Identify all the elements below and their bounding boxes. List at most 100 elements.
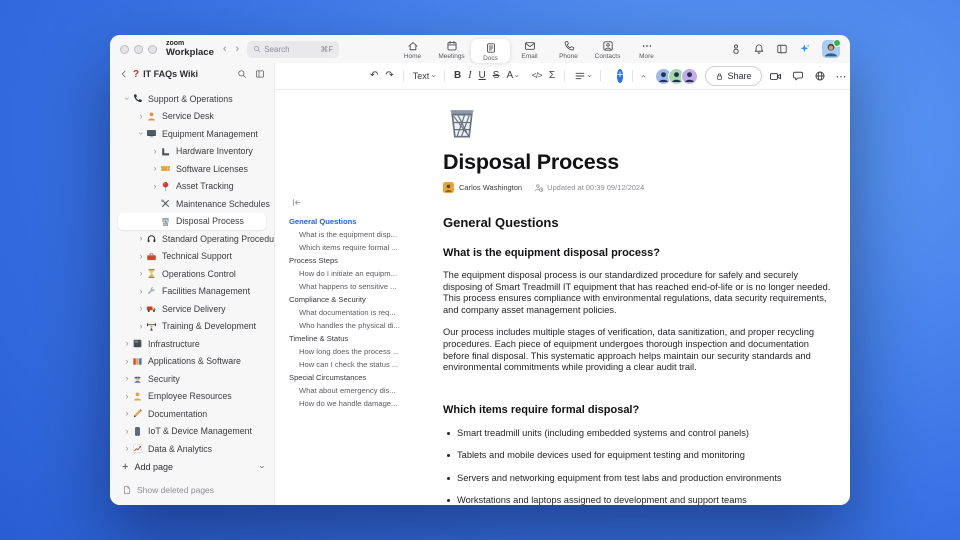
back-arrow-icon[interactable] (119, 69, 129, 79)
outline-item[interactable]: What is the equipment disp... (289, 228, 427, 241)
minimize-window-button[interactable] (134, 44, 143, 54)
sidebar-search-icon[interactable] (237, 69, 247, 79)
expander-right-icon[interactable]: › (136, 321, 146, 331)
close-window-button[interactable] (120, 44, 129, 54)
expander-right-icon[interactable]: › (150, 181, 160, 191)
collapse-outline-icon[interactable] (291, 197, 302, 208)
share-button[interactable]: Share (704, 66, 762, 86)
user-avatar[interactable] (822, 39, 841, 58)
formula-button[interactable]: Σ (549, 71, 555, 81)
outline-item[interactable]: How can I check the status ... (289, 358, 427, 371)
expander-right-icon[interactable]: › (136, 234, 146, 243)
status-icon[interactable] (730, 43, 742, 55)
expander-right-icon[interactable]: › (122, 391, 132, 401)
chat-icon[interactable] (792, 70, 804, 82)
video-call-icon[interactable] (769, 70, 782, 83)
sidebar-item-support-operations[interactable]: › Support & Operations (118, 90, 266, 108)
sidebar-item-software-licenses[interactable]: › Software Licenses (118, 160, 266, 178)
collapse-toolbar-icon[interactable]: › (638, 74, 649, 77)
expander-right-icon[interactable]: › (122, 444, 132, 453)
expander-right-icon[interactable]: › (136, 304, 146, 313)
tab-more[interactable]: More (627, 39, 666, 60)
sidebar-item-employee-resources[interactable]: › Employee Resources (118, 388, 266, 406)
expander-right-icon[interactable]: › (122, 339, 132, 348)
tab-contacts[interactable]: Contacts (588, 39, 627, 60)
expander-right-icon[interactable]: › (150, 146, 160, 156)
ai-companion-icon[interactable] (799, 43, 811, 55)
redo-button[interactable]: ↷ (385, 71, 393, 81)
tab-phone[interactable]: Phone (549, 39, 588, 60)
outline-item[interactable]: How do I initiate an equipm... (289, 267, 427, 280)
sidebar-item-service-delivery[interactable]: › Service Delivery (118, 300, 266, 318)
nav-forward-button[interactable]: › (236, 43, 240, 55)
outline-item[interactable]: General Questions (289, 215, 427, 228)
tab-docs[interactable]: Docs (471, 39, 510, 63)
tab-meetings[interactable]: Meetings (432, 39, 471, 60)
underline-button[interactable]: U (479, 71, 486, 81)
maximize-window-button[interactable] (148, 44, 157, 54)
undo-button[interactable]: ↶ (370, 71, 378, 81)
sidebar-item-training-development[interactable]: › Training & Development (118, 318, 266, 336)
ai-insert-button[interactable]: + (616, 69, 624, 83)
code-button[interactable]: </> (532, 72, 543, 80)
expander-right-icon[interactable]: › (136, 269, 146, 278)
more-options-button[interactable]: ⋯ (836, 70, 848, 83)
outline-item[interactable]: Timeline & Status (289, 332, 427, 345)
sidebar-item-maintenance-schedules[interactable]: Maintenance Schedules (118, 195, 270, 213)
bold-button[interactable]: B (454, 71, 461, 81)
sidebar-item-data-analytics[interactable]: › Data & Analytics (118, 440, 266, 458)
show-deleted-pages-button[interactable]: Show deleted pages (122, 485, 264, 495)
italic-button[interactable]: I (468, 71, 471, 81)
outline-item[interactable]: What documentation is req... (289, 306, 427, 319)
add-page-button[interactable]: + Add page › (122, 458, 268, 476)
globe-icon[interactable] (814, 70, 826, 82)
expander-right-icon[interactable]: › (122, 374, 132, 383)
expander-down-icon[interactable]: › (123, 94, 133, 104)
sidebar-item-security[interactable]: › Security (118, 370, 266, 388)
sidebar-item-technical-support[interactable]: › Technical Support (118, 248, 266, 266)
sidebar-collapse-icon[interactable] (255, 69, 265, 79)
outline-item[interactable]: Which items require formal ... (289, 241, 427, 254)
expander-right-icon[interactable]: › (150, 164, 160, 173)
nav-back-button[interactable]: ‹ (223, 43, 227, 55)
sidebar-item-infrastructure[interactable]: › Infrastructure (118, 335, 266, 353)
strikethrough-button[interactable]: S (493, 71, 500, 81)
expander-right-icon[interactable]: › (122, 356, 132, 366)
global-search-input[interactable]: Search ⌘F (247, 40, 340, 58)
expander-right-icon[interactable]: › (136, 251, 146, 261)
text-color-button[interactable]: A › (506, 71, 521, 81)
sidebar-item-standard-operating-procedures[interactable]: › Standard Operating Procedures (118, 230, 275, 248)
outline-item[interactable]: What happens to sensitive ... (289, 280, 427, 293)
outline-item[interactable]: Who handles the physical di... (289, 319, 427, 332)
sidebar-item-hardware-inventory[interactable]: › Hardware Inventory (118, 143, 266, 161)
chevron-down-icon[interactable]: › (258, 466, 268, 469)
outline-item[interactable]: Special Circumstances (289, 371, 427, 384)
outline-item[interactable]: How long does the process ... (289, 345, 427, 358)
sidebar-item-operations-control[interactable]: › Operations Control (118, 265, 266, 283)
sidebar-item-facilities-management[interactable]: › Facilities Management (118, 283, 266, 301)
outline-item[interactable]: How do we handle damage... (289, 397, 427, 410)
notifications-bell-icon[interactable] (753, 43, 765, 55)
sidebar-item-service-desk[interactable]: › Service Desk (118, 108, 266, 126)
doc-content[interactable]: Disposal Process Carlos Washington Updat… (443, 103, 835, 505)
text-style-dropdown[interactable]: Text › (413, 71, 439, 81)
collaborator-avatar[interactable] (680, 67, 698, 85)
sidebar-item-equipment-management[interactable]: › Equipment Management (118, 125, 266, 143)
outline-item[interactable]: Compliance & Security (289, 293, 427, 306)
tab-email[interactable]: Email (510, 39, 549, 60)
side-panel-icon[interactable] (776, 43, 788, 55)
sidebar-item-documentation[interactable]: › Documentation (118, 405, 266, 423)
expander-right-icon[interactable]: › (122, 426, 132, 436)
expander-right-icon[interactable]: › (136, 111, 146, 121)
expander-down-icon[interactable]: › (137, 129, 147, 139)
outline-item[interactable]: What about emergency dis... (289, 384, 427, 397)
align-button[interactable]: › (574, 70, 594, 82)
sidebar-item-applications-software[interactable]: › Applications & Software (118, 353, 266, 371)
expander-right-icon[interactable]: › (122, 409, 132, 418)
tab-home[interactable]: Home (393, 39, 432, 60)
expander-right-icon[interactable]: › (136, 286, 146, 296)
sidebar-item-iot-device-management[interactable]: › IoT & Device Management (118, 423, 266, 441)
sidebar-item-asset-tracking[interactable]: › Asset Tracking (118, 178, 266, 196)
sidebar-item-disposal-process[interactable]: Disposal Process (118, 212, 266, 230)
outline-item[interactable]: Process Steps (289, 254, 427, 267)
